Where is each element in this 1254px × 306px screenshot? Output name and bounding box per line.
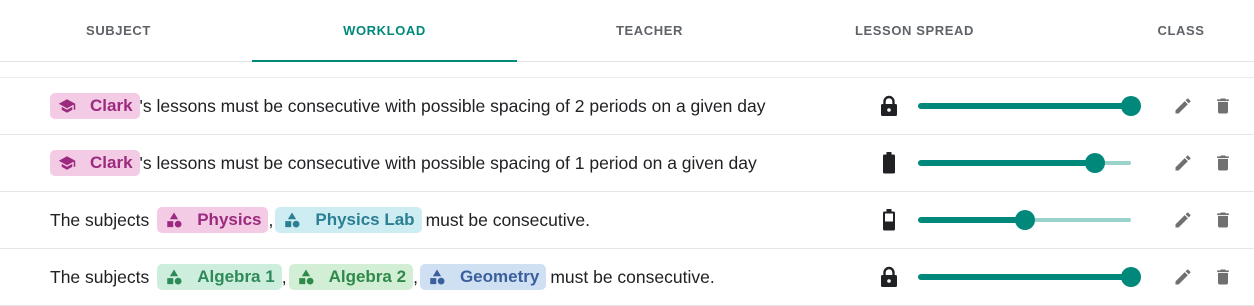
rule-text: 's lessons must be consecutive with poss… [139, 95, 766, 116]
shapes-icon [285, 212, 300, 228]
weight-slider[interactable] [918, 153, 1140, 173]
lock-icon[interactable] [878, 265, 900, 289]
chip-separator: , [413, 266, 418, 287]
battery-icon[interactable] [878, 151, 900, 175]
chip-separator: , [268, 209, 274, 230]
chip-label: Geometry [459, 267, 540, 286]
rule-row: The subjects Physics , Physics Lab must … [0, 192, 1254, 249]
slider-fill [918, 217, 1025, 223]
rule-row: Clark 's lessons must be consecutive wit… [0, 135, 1254, 192]
graduation-cap-icon [58, 156, 76, 170]
delete-icon[interactable] [1211, 94, 1235, 118]
delete-icon[interactable] [1211, 151, 1235, 175]
tab-subject[interactable]: SUBJECT [0, 0, 237, 61]
chip-label: Clark [90, 153, 133, 172]
rule-description: Clark 's lessons must be consecutive wit… [50, 78, 765, 134]
edit-icon[interactable] [1171, 151, 1195, 175]
slider-thumb[interactable] [1015, 210, 1035, 230]
delete-icon[interactable] [1211, 208, 1235, 232]
slider-thumb[interactable] [1121, 96, 1141, 116]
lock-icon[interactable] [878, 94, 900, 118]
edit-icon[interactable] [1171, 208, 1195, 232]
weight-slider[interactable] [918, 210, 1140, 230]
shapes-icon [298, 269, 314, 285]
slider-fill [918, 160, 1095, 166]
rule-text: must be consecutive. [425, 209, 590, 230]
graduation-cap-icon [58, 99, 76, 113]
tab-workload-label: WORKLOAD [343, 23, 426, 38]
chip-label: Physics Lab [315, 210, 415, 229]
rule-description: The subjects Algebra 1 , Algebra 2 , Geo… [50, 249, 715, 305]
rule-row: The subjects Algebra 1 , Algebra 2 , Geo… [0, 249, 1254, 306]
subject-chip[interactable]: Algebra 1 [157, 264, 282, 290]
shapes-icon [167, 269, 182, 285]
rules-list: Clark 's lessons must be consecutive wit… [0, 77, 1254, 306]
teacher-chip[interactable]: Clark [50, 93, 140, 119]
tab-class[interactable]: CLASS [1108, 0, 1254, 61]
slider-fill [918, 274, 1131, 280]
weight-slider[interactable] [918, 96, 1141, 116]
shapes-icon [430, 269, 445, 285]
edit-icon[interactable] [1171, 94, 1195, 118]
tab-teacher[interactable]: TEACHER [517, 0, 782, 61]
battery-icon[interactable] [878, 208, 900, 232]
tab-subject-label: SUBJECT [86, 23, 151, 38]
rule-description: Clark 's lessons must be consecutive wit… [50, 135, 757, 191]
shapes-icon [167, 212, 182, 228]
rule-prefix: The subjects [50, 209, 150, 230]
rule-description: The subjects Physics , Physics Lab must … [50, 192, 590, 248]
subject-chip[interactable]: Physics Lab [275, 207, 422, 233]
rule-text: 's lessons must be consecutive with poss… [139, 152, 757, 173]
rule-text: must be consecutive. [550, 266, 715, 287]
active-tab-indicator [252, 60, 517, 62]
chip-label: Algebra 1 [197, 267, 275, 286]
teacher-chip[interactable]: Clark [50, 150, 140, 176]
subject-chip[interactable]: Geometry [419, 264, 547, 290]
tab-teacher-label: TEACHER [615, 23, 684, 38]
tab-workload[interactable]: WORKLOAD [252, 0, 517, 62]
edit-icon[interactable] [1171, 265, 1195, 289]
tab-lesson-spread-label: LESSON SPREAD [854, 23, 975, 38]
tab-class-label: CLASS [1157, 23, 1205, 38]
slider-thumb[interactable] [1121, 267, 1141, 287]
slider-fill [918, 103, 1131, 109]
rule-row: Clark 's lessons must be consecutive wit… [0, 78, 1254, 135]
subject-chip[interactable]: Algebra 2 [288, 264, 414, 290]
slider-thumb[interactable] [1085, 153, 1105, 173]
weight-slider[interactable] [918, 267, 1141, 287]
chip-label: Clark [90, 96, 133, 115]
delete-icon[interactable] [1211, 265, 1235, 289]
rule-prefix: The subjects [50, 266, 150, 287]
tab-bar: SUBJECT WORKLOAD TEACHER LESSON SPREAD C… [0, 0, 1254, 62]
tab-lesson-spread[interactable]: LESSON SPREAD [782, 0, 1047, 61]
chip-label: Algebra 2 [328, 267, 407, 286]
chip-label: Physics [197, 210, 262, 229]
subject-chip[interactable]: Physics [157, 207, 269, 233]
chip-separator: , [281, 266, 287, 287]
